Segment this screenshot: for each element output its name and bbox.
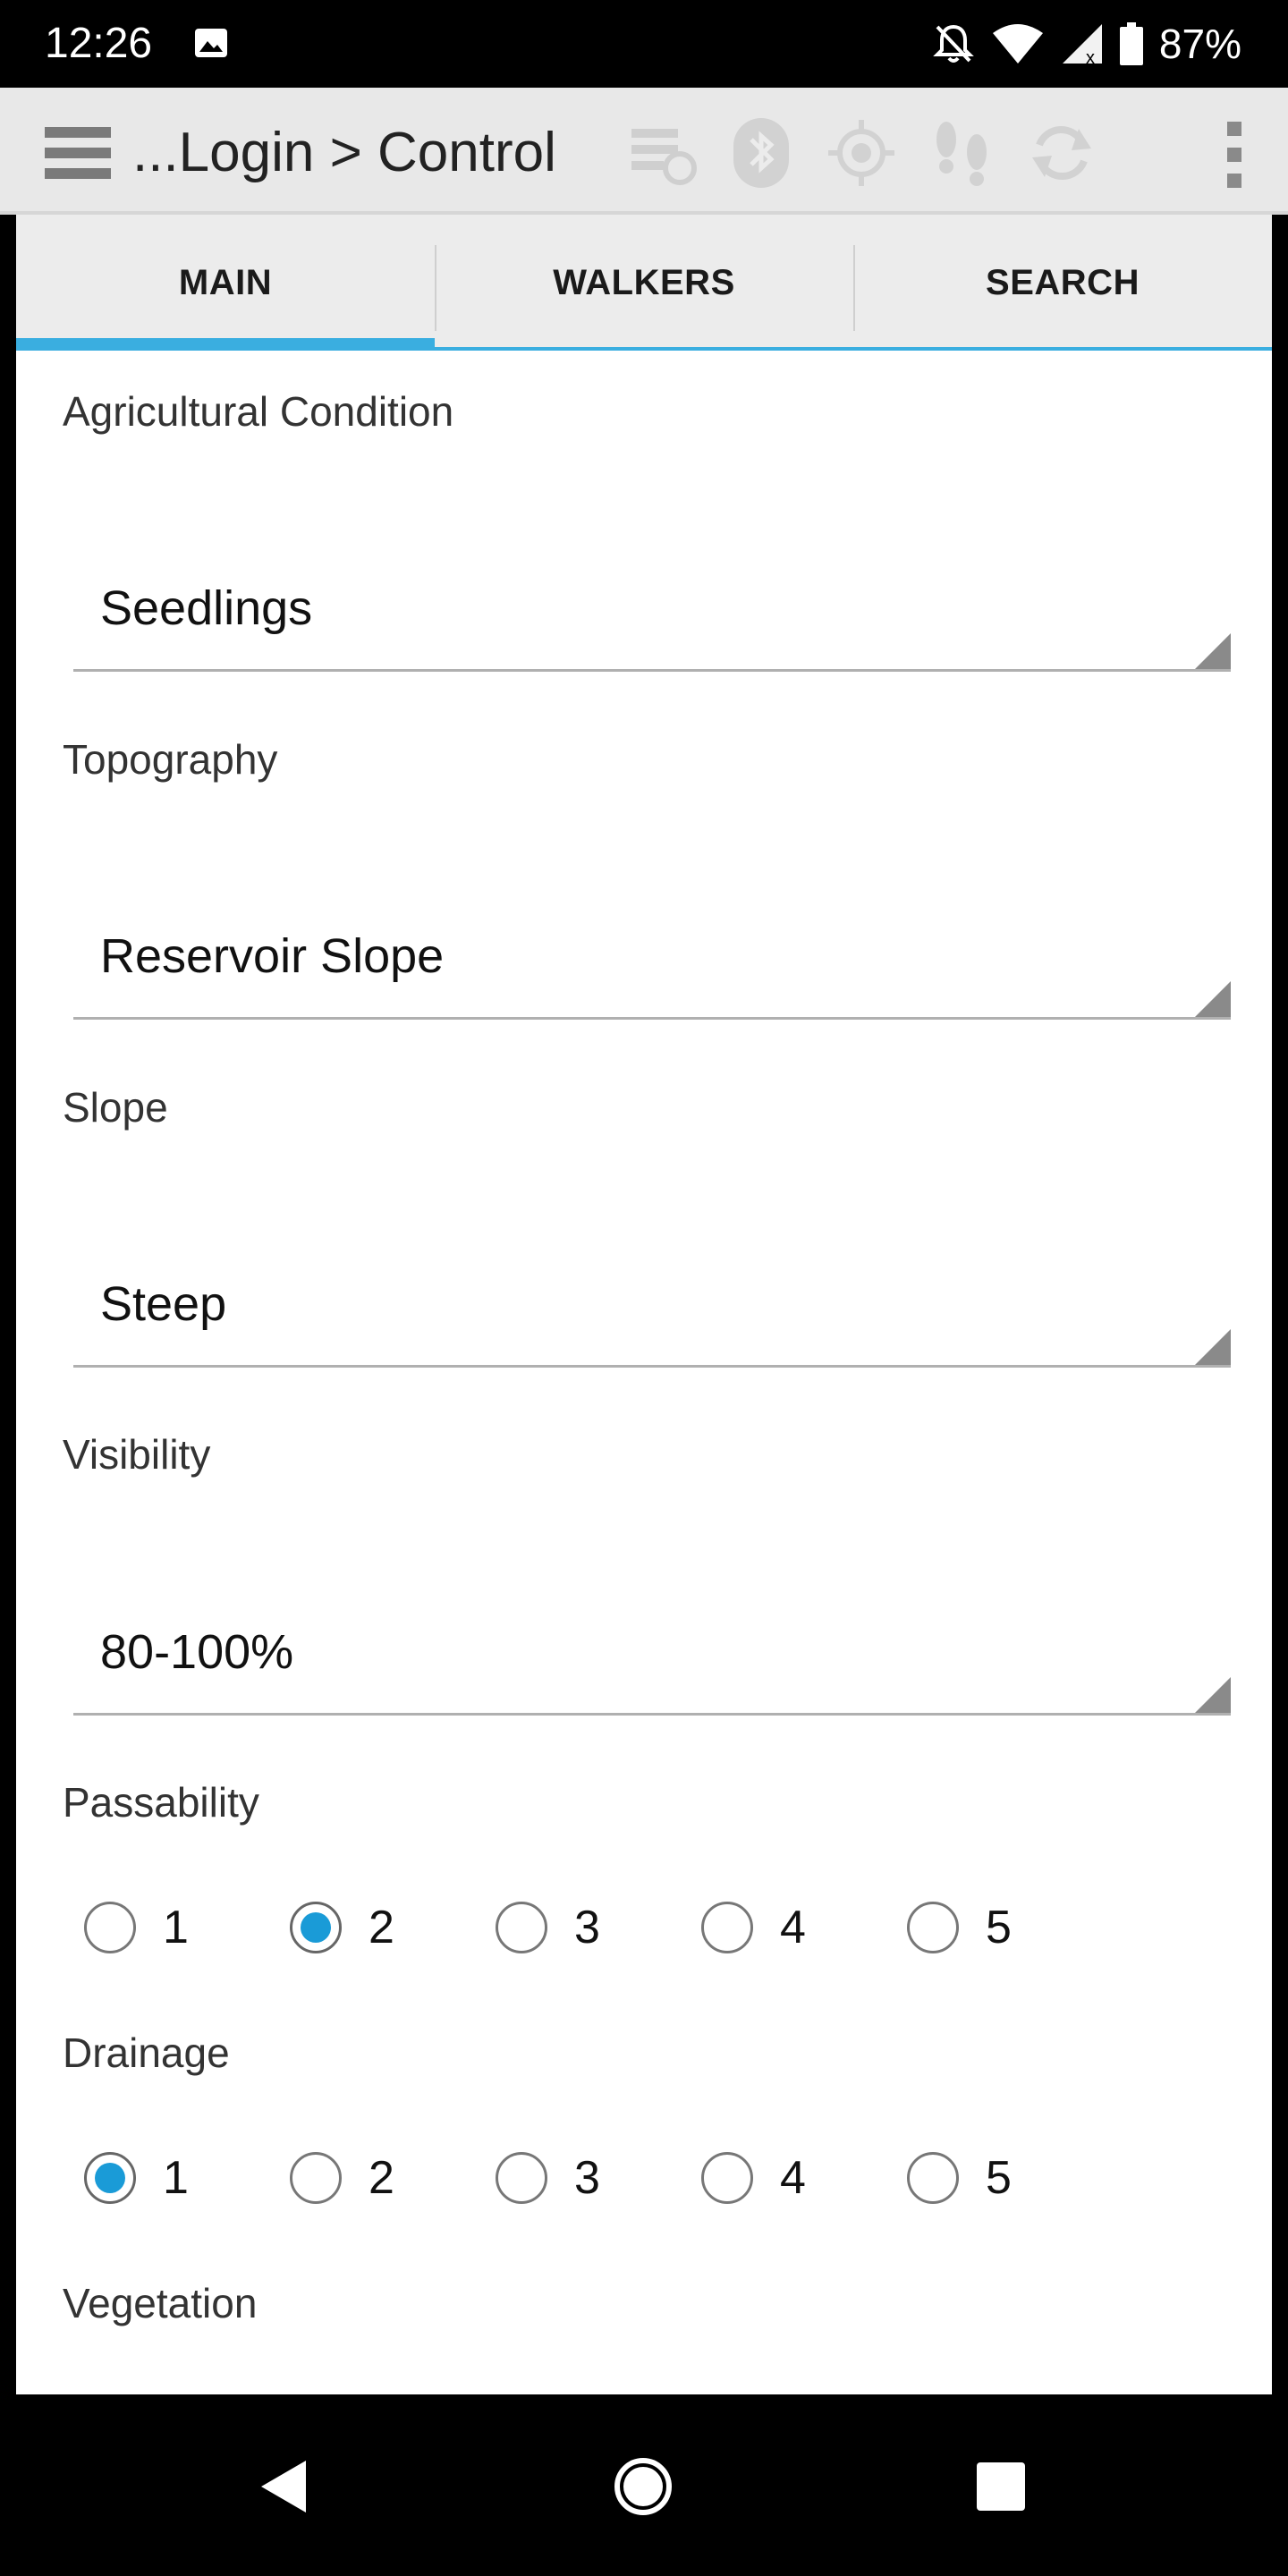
radio-button[interactable] (290, 2152, 342, 2204)
radio-button[interactable] (907, 2152, 959, 2204)
slope-dropdown[interactable]: Steep (73, 1231, 1231, 1368)
status-bar: 12:26 x 87% (0, 0, 1288, 88)
radio-button-checked[interactable] (84, 2152, 136, 2204)
radio-label: 3 (574, 2152, 600, 2204)
visibility-label: Visibility (63, 1431, 211, 1478)
form-content: Agricultural Condition Seedlings Topogra… (16, 351, 1272, 2394)
passability-radio-group: 1 2 3 4 5 (16, 1892, 1272, 1963)
tab-search[interactable]: SEARCH (853, 215, 1272, 351)
agricultural-condition-label: Agricultural Condition (63, 388, 454, 435)
back-icon[interactable] (249, 2450, 322, 2523)
status-icons: x 87% (932, 20, 1241, 68)
tab-bar: MAIN WALKERS SEARCH (16, 215, 1272, 351)
overflow-menu-icon[interactable] (1216, 120, 1252, 190)
slope-label: Slope (63, 1084, 168, 1131)
wifi-icon (992, 24, 1043, 64)
passability-option-2[interactable]: 2 (290, 1892, 394, 1963)
radio-label: 2 (369, 1902, 394, 1953)
drainage-option-2[interactable]: 2 (290, 2142, 394, 2214)
photo-icon (195, 29, 227, 57)
svg-text:x: x (1086, 48, 1095, 65)
drainage-option-4[interactable]: 4 (701, 2142, 806, 2214)
passability-option-3[interactable]: 3 (496, 1892, 600, 1963)
radio-button[interactable] (496, 2152, 547, 2204)
dropdown-arrow-icon (1195, 1329, 1231, 1365)
sync-settings-icon[interactable] (626, 116, 699, 190)
battery-icon (1119, 22, 1143, 65)
radio-label: 1 (163, 1902, 189, 1953)
radio-button-checked[interactable] (290, 1902, 342, 1953)
radio-label: 1 (163, 2152, 189, 2204)
agricultural-condition-value: Seedlings (100, 581, 313, 635)
tab-main[interactable]: MAIN (16, 215, 435, 351)
app-bar: ...Login > Control (0, 88, 1288, 215)
drainage-option-1[interactable]: 1 (84, 2142, 189, 2214)
radio-label: 3 (574, 1902, 600, 1953)
status-time: 12:26 (45, 20, 153, 67)
tab-search-label: SEARCH (986, 262, 1140, 302)
signal-icon: x (1062, 24, 1102, 65)
drainage-option-5[interactable]: 5 (907, 2142, 1012, 2214)
tab-main-label: MAIN (178, 262, 273, 302)
passability-label: Passability (63, 1779, 259, 1826)
radio-button[interactable] (496, 1902, 547, 1953)
radio-label: 2 (369, 2152, 394, 2204)
page-title: ...Login > Control (132, 122, 556, 183)
tab-indicator (16, 338, 435, 351)
vegetation-label: Vegetation (63, 2280, 258, 2326)
visibility-dropdown[interactable]: 80-100% (73, 1579, 1231, 1716)
radio-button[interactable] (701, 2152, 753, 2204)
tab-walkers-label: WALKERS (553, 262, 735, 302)
radio-button[interactable] (84, 1902, 136, 1953)
tab-walkers[interactable]: WALKERS (435, 215, 853, 351)
gps-target-icon[interactable] (825, 116, 898, 190)
radio-label: 4 (780, 1902, 806, 1953)
slope-value: Steep (100, 1277, 227, 1331)
hamburger-menu-icon[interactable] (45, 127, 111, 179)
radio-button[interactable] (701, 1902, 753, 1953)
home-icon[interactable] (606, 2450, 680, 2523)
topography-value: Reservoir Slope (100, 929, 445, 983)
topography-label: Topography (63, 736, 278, 783)
passability-option-5[interactable]: 5 (907, 1892, 1012, 1963)
drainage-option-3[interactable]: 3 (496, 2142, 600, 2214)
drainage-radio-group: 1 2 3 4 5 (16, 2142, 1272, 2214)
refresh-icon[interactable] (1025, 116, 1098, 190)
radio-label: 5 (986, 1902, 1012, 1953)
battery-percent: 87% (1158, 21, 1241, 67)
passability-option-4[interactable]: 4 (701, 1892, 806, 1963)
system-nav-bar (0, 2394, 1288, 2576)
bluetooth-icon[interactable] (724, 116, 798, 190)
topography-dropdown[interactable]: Reservoir Slope (73, 883, 1231, 1020)
dropdown-arrow-icon (1195, 981, 1231, 1017)
radio-button[interactable] (907, 1902, 959, 1953)
visibility-value: 80-100% (100, 1625, 294, 1679)
agricultural-condition-dropdown[interactable]: Seedlings (73, 535, 1231, 672)
radio-label: 4 (780, 2152, 806, 2204)
notifications-off-icon (933, 24, 974, 63)
passability-option-1[interactable]: 1 (84, 1892, 189, 1963)
recents-icon[interactable] (964, 2450, 1038, 2523)
dropdown-arrow-icon (1195, 633, 1231, 669)
footsteps-icon[interactable] (925, 116, 998, 190)
radio-label: 5 (986, 2152, 1012, 2204)
drainage-label: Drainage (63, 2029, 230, 2076)
dropdown-arrow-icon (1195, 1677, 1231, 1713)
